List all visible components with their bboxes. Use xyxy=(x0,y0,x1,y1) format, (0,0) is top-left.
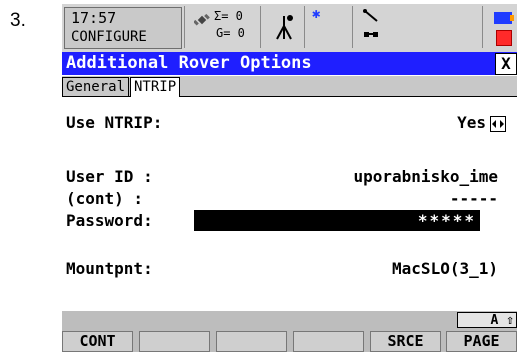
status-mode: CONFIGURE xyxy=(71,29,147,45)
password-row[interactable]: Password: ***** xyxy=(66,210,506,232)
status-divider xyxy=(482,6,483,48)
dialog-title: Additional Rover Options xyxy=(66,53,312,73)
function-key-bar: A ⇧ CONT SRCE PAGE xyxy=(62,311,517,352)
status-divider xyxy=(304,6,305,48)
toggle-arrows-icon[interactable] xyxy=(490,115,506,132)
mountpnt-row[interactable]: Mountpnt: MacSLO(3_1) xyxy=(66,258,506,280)
password-label: Password: xyxy=(66,211,153,230)
shift-indicator: A ⇧ xyxy=(457,312,517,328)
status-divider xyxy=(184,6,185,48)
device-screen: 17:57 CONFIGURE Σ= 0 G= 0 ✱ Additional R… xyxy=(62,4,517,352)
bluetooth-icon: ✱ xyxy=(312,6,321,22)
step-number: 3. xyxy=(10,10,26,31)
satellite-icon xyxy=(194,13,210,26)
status-time: 17:57 xyxy=(71,9,117,27)
cont-row: (cont) : ----- xyxy=(66,188,506,210)
tab-ntrip[interactable]: NTRIP xyxy=(130,77,181,97)
status-bar: 17:57 CONFIGURE Σ= 0 G= 0 ✱ xyxy=(62,4,517,52)
satellite-count-g: G= 0 xyxy=(216,26,245,40)
password-value: ***** xyxy=(417,211,476,230)
f3-button[interactable] xyxy=(216,331,287,352)
use-ntrip-value: Yes xyxy=(457,113,486,132)
use-ntrip-label: Use NTRIP: xyxy=(66,113,163,132)
close-button[interactable]: X xyxy=(495,53,517,75)
f2-button[interactable] xyxy=(139,331,210,352)
f4-button[interactable] xyxy=(293,331,364,352)
f1-cont-button[interactable]: CONT xyxy=(62,331,133,352)
f6-page-button[interactable]: PAGE xyxy=(446,331,517,352)
modem-icon xyxy=(364,32,378,37)
rover-icon xyxy=(276,15,293,40)
password-field[interactable]: ***** xyxy=(194,210,480,231)
f5-srce-button[interactable]: SRCE xyxy=(370,331,441,352)
user-id-field[interactable]: uporabnisko_ime xyxy=(354,166,499,188)
clock-panel: 17:57 CONFIGURE xyxy=(64,7,182,49)
use-ntrip-row[interactable]: Use NTRIP: Yes xyxy=(66,112,506,134)
cont-value: ----- xyxy=(449,189,498,208)
user-id-label: User ID : xyxy=(66,167,153,186)
battery-tip-icon xyxy=(510,15,514,21)
mountpnt-field[interactable]: MacSLO(3_1) xyxy=(392,258,498,280)
use-ntrip-selector[interactable]: Yes xyxy=(457,112,506,134)
cont-label: (cont) : xyxy=(66,189,144,208)
memory-card-icon xyxy=(496,30,512,46)
status-divider xyxy=(260,6,261,48)
tab-bar: General NTRIP xyxy=(62,76,517,97)
status-divider xyxy=(352,6,353,48)
dialog-title-bar: Additional Rover Options xyxy=(62,52,517,75)
radio-link-icon xyxy=(363,9,378,22)
satellite-count-sigma: Σ= 0 xyxy=(214,9,243,23)
mountpnt-label: Mountpnt: xyxy=(66,259,153,278)
user-id-row[interactable]: User ID : uporabnisko_ime xyxy=(66,166,506,188)
tab-general[interactable]: General xyxy=(62,77,130,96)
